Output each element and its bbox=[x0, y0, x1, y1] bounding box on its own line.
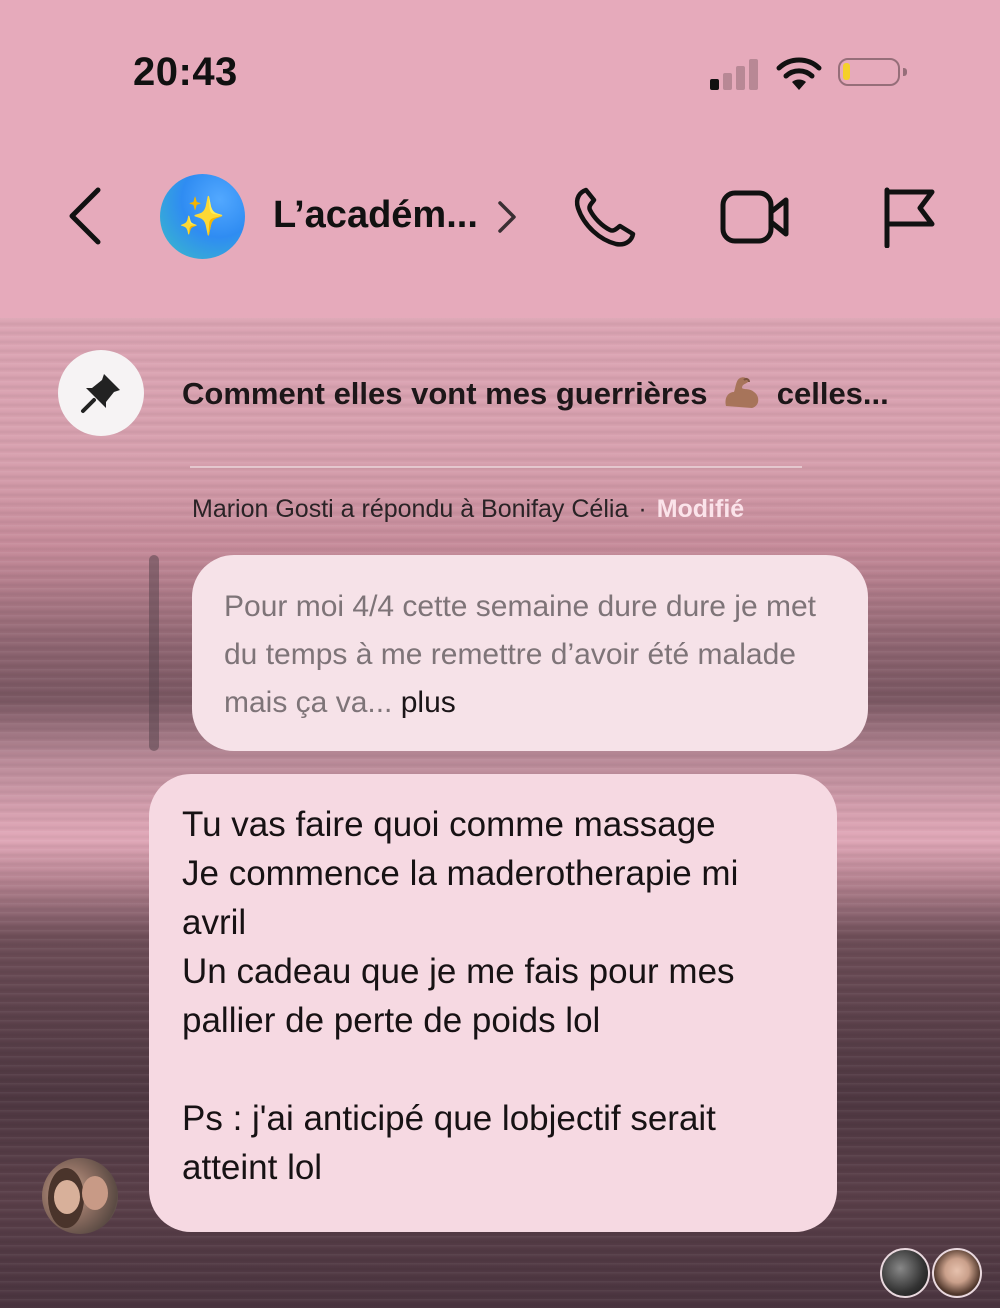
reply-meta: Marion Gosti a répondu à Bonifay Célia · M… bbox=[192, 495, 744, 524]
sender-avatar[interactable] bbox=[42, 1158, 118, 1234]
pinned-text-start: Comment elles vont mes guerrières bbox=[182, 376, 708, 411]
battery-level bbox=[843, 63, 850, 80]
sparkles-icon: ✨ bbox=[178, 194, 226, 238]
read-receipt-avatar[interactable] bbox=[880, 1248, 930, 1298]
pinned-divider bbox=[190, 466, 802, 468]
pinned-message-text[interactable]: Comment elles vont mes guerrières celles… bbox=[182, 374, 889, 412]
message-bubble[interactable]: Tu vas faire quoi comme massage Je comme… bbox=[149, 774, 837, 1232]
video-call-icon[interactable] bbox=[720, 190, 790, 244]
edited-label: Modifié bbox=[656, 495, 745, 523]
group-title[interactable]: L’académ... bbox=[273, 194, 478, 237]
back-chevron-icon[interactable] bbox=[62, 186, 112, 246]
flag-report-icon[interactable] bbox=[880, 186, 938, 248]
see-more-link[interactable]: plus bbox=[401, 686, 456, 719]
cellular-signal-icon bbox=[710, 58, 760, 90]
wifi-icon bbox=[776, 57, 822, 90]
read-receipt-avatar[interactable] bbox=[932, 1248, 982, 1298]
reply-meta-text: Marion Gosti a répondu à Bonifay Célia bbox=[192, 495, 629, 523]
pin-icon bbox=[81, 374, 120, 413]
chevron-right-icon[interactable] bbox=[496, 200, 518, 234]
battery-icon bbox=[838, 58, 907, 86]
chat-screen: 20:43 ✨ L’académ... Comment elles vont m… bbox=[0, 0, 1000, 1308]
flexed-biceps-icon bbox=[725, 377, 759, 408]
reply-quote-bar bbox=[149, 555, 159, 751]
pinned-message-button[interactable] bbox=[58, 350, 144, 436]
status-time: 20:43 bbox=[133, 50, 238, 94]
phone-call-icon[interactable] bbox=[572, 186, 638, 248]
quoted-message-text: Pour moi 4/4 cette semaine dure dure je … bbox=[224, 590, 816, 719]
quoted-message-bubble[interactable]: Pour moi 4/4 cette semaine dure dure je … bbox=[192, 555, 868, 751]
pinned-text-end: celles... bbox=[776, 376, 889, 411]
reply-meta-separator: · bbox=[638, 495, 647, 523]
group-avatar[interactable]: ✨ bbox=[160, 174, 245, 259]
